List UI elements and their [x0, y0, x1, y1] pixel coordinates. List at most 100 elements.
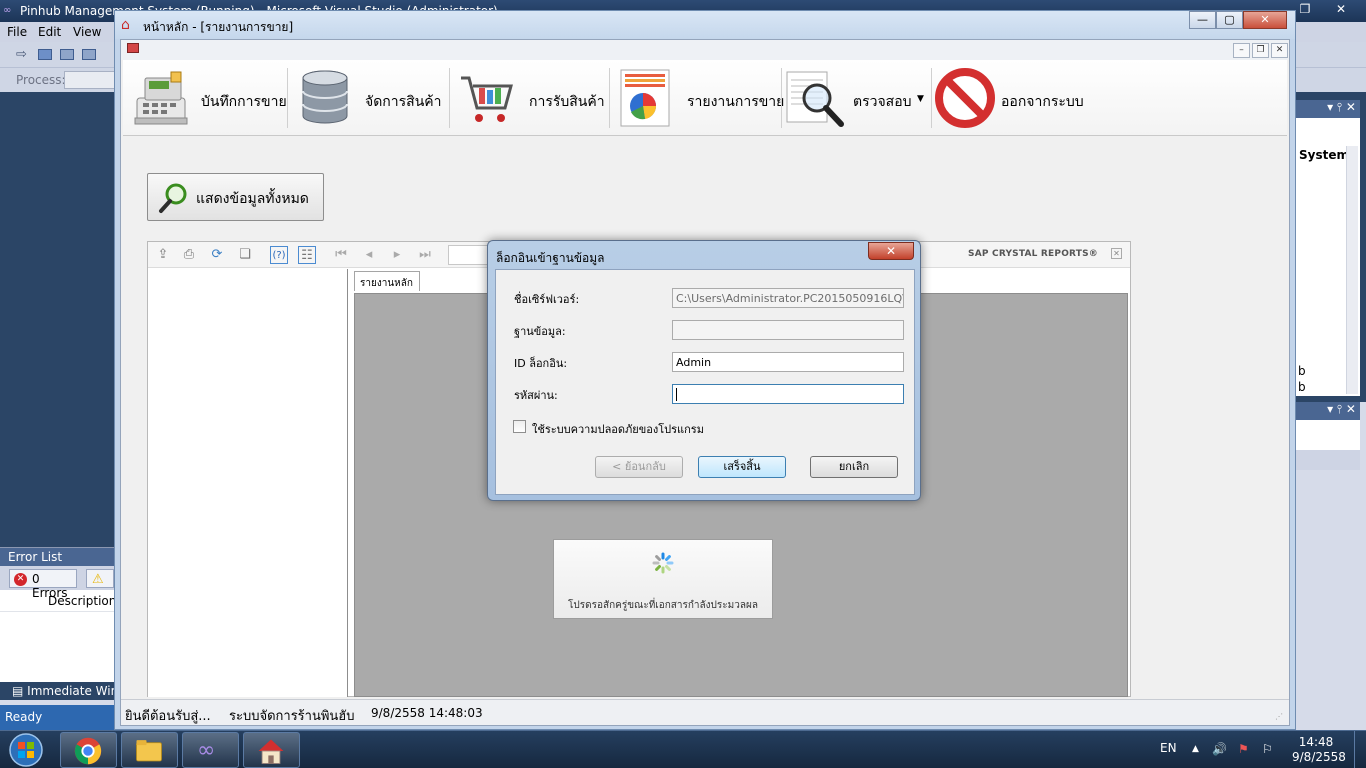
vs-arrow-icon[interactable]: ⇨ — [16, 47, 27, 62]
server-field[interactable]: C:\Users\Administrator.PC2015050916LQV\D… — [672, 288, 904, 308]
finish-button[interactable]: เสร็จสิ้น — [698, 456, 786, 478]
refresh-icon[interactable]: ⟳ — [208, 246, 226, 264]
app-minimize-button[interactable]: — — [1189, 11, 1216, 29]
taskbar: ∞ EN ▲ 🔊 ⚑ ⚐ 14:48 9/8/2558 — [0, 730, 1366, 768]
database-icon — [302, 70, 348, 124]
warning-icon: ⚠ — [92, 572, 104, 587]
login-id-label: ID ล็อกอิน: — [514, 357, 568, 370]
tray-language[interactable]: EN — [1160, 741, 1177, 755]
tray-show-hidden-icon[interactable]: ▲ — [1192, 744, 1199, 754]
vs-left-strip — [0, 92, 114, 547]
app-maximize-button[interactable]: ▢ — [1216, 11, 1243, 29]
vs-panel-fragment-1: b — [1298, 364, 1306, 378]
report-chart-icon — [620, 69, 670, 127]
error-list-panel: Error List ✕ 0 Errors ⚠ Description — [0, 547, 116, 682]
app-close-button[interactable]: ✕ — [1243, 11, 1287, 29]
database-field[interactable] — [672, 320, 904, 340]
toolbar-separator — [931, 68, 932, 128]
vs-panel-scrollbar[interactable] — [1346, 146, 1358, 394]
prev-page-icon[interactable]: ◂ — [360, 246, 378, 264]
home-app-icon — [258, 739, 284, 764]
vs-logo-icon: ∞ — [3, 5, 12, 16]
sales-report-button[interactable]: รายงานการขาย — [615, 66, 784, 130]
status-system-name: ระบบจัดการร้านพินฮับ — [229, 709, 355, 724]
network-alert-icon[interactable]: ⚑ — [1238, 742, 1249, 756]
login-id-field[interactable]: Admin — [672, 352, 904, 372]
back-button[interactable]: < ย้อนกลับ — [595, 456, 683, 478]
server-label: ชื่อเซิร์ฟเวอร์: — [514, 293, 580, 306]
description-column-header[interactable]: Description — [48, 594, 116, 608]
start-button[interactable] — [4, 732, 48, 768]
group-tree-panel[interactable] — [148, 269, 348, 697]
receive-products-button[interactable]: การรับสินค้า — [457, 66, 605, 130]
vs-menu-edit[interactable]: Edit — [38, 25, 61, 39]
error-list-toolbar: ✕ 0 Errors ⚠ — [0, 566, 114, 600]
dialog-close-button[interactable]: ✕ — [868, 242, 914, 260]
vs-properties-panel: ▾ ⫯ ✕ — [1296, 402, 1360, 470]
tray-time: 14:48 — [1298, 735, 1334, 749]
sap-crystal-reports-label: SAP CRYSTAL REPORTS® — [968, 249, 1098, 259]
tray-clock[interactable]: 14:48 9/8/2558 — [1292, 735, 1346, 765]
shopping-cart-icon — [461, 76, 513, 122]
vs-panel-controls[interactable]: ▾ ⫯ ✕ — [1296, 100, 1360, 118]
print-icon[interactable]: ⎙ — [180, 246, 198, 264]
last-page-icon[interactable]: ⏭ — [416, 246, 434, 264]
cancel-button[interactable]: ยกเลิก — [810, 456, 898, 478]
errors-filter-button[interactable]: ✕ 0 Errors — [9, 569, 77, 600]
integrated-security-label: ใช้ระบบความปลอดภัยของโปรแกรม — [532, 423, 704, 436]
manage-products-button[interactable]: จัดการสินค้า — [295, 66, 443, 130]
taskbar-visual-studio[interactable]: ∞ — [182, 732, 239, 768]
warnings-filter-button[interactable]: ⚠ — [86, 569, 114, 588]
app-title: หน้าหลัก - [รายงานการขาย] — [143, 20, 294, 34]
vs-process-dropdown[interactable] — [64, 71, 116, 89]
toolbar-separator — [609, 68, 610, 128]
receive-products-label: การรับสินค้า — [529, 94, 605, 110]
tray-date: 9/8/2558 — [1292, 750, 1346, 764]
first-page-icon[interactable]: ⏮ — [332, 246, 350, 264]
toolbar-separator — [287, 68, 288, 128]
taskbar-chrome[interactable] — [60, 732, 117, 768]
inspect-dropdown-button[interactable]: ตรวจสอบ ▼ — [785, 66, 927, 130]
mdi-minimize-button[interactable]: – — [1233, 43, 1250, 58]
no-entry-icon — [935, 68, 995, 128]
vs-panel2-controls[interactable]: ▾ ⫯ ✕ — [1296, 402, 1360, 420]
vs-system-label: System — [1299, 148, 1349, 162]
show-all-button[interactable]: แสดงข้อมูลทั้งหมด — [147, 173, 324, 221]
mdi-window-icon[interactable] — [127, 43, 139, 53]
vs-tools-icon[interactable] — [82, 49, 96, 60]
vs-form-icon[interactable] — [60, 49, 74, 60]
group-tree-icon[interactable]: ☷ — [298, 246, 316, 264]
export-icon[interactable]: ⇪ — [154, 246, 172, 264]
database-label: ฐานข้อมูล: — [514, 325, 566, 338]
password-field[interactable] — [672, 384, 904, 404]
tab-main-report[interactable]: รายงานหลัก — [354, 271, 420, 291]
app-statusbar: ยินดีต้อนรับสู่... ระบบจัดการร้านพินฮับ … — [121, 699, 1289, 725]
record-sale-button[interactable]: บันทึกการขาย — [131, 66, 287, 130]
vs-window-icon[interactable] — [38, 49, 52, 60]
home-icon: ⌂ — [121, 17, 130, 33]
show-desktop-button[interactable] — [1354, 731, 1366, 768]
sales-report-label: รายงานการขาย — [687, 94, 785, 110]
action-center-icon[interactable]: ⚐ — [1262, 742, 1273, 756]
copy-icon[interactable]: ❏ — [236, 246, 254, 264]
viewer-close-icon[interactable]: ✕ — [1111, 248, 1122, 259]
integrated-security-checkbox[interactable] — [513, 420, 526, 433]
resize-grip-icon[interactable]: ⋰ — [1275, 712, 1285, 722]
vs-menu-file[interactable]: File — [7, 25, 27, 39]
loading-text: โปรดรอสักครู่ขณะที่เอกสารกำลังประมวลผล — [568, 600, 758, 611]
immediate-window-tab[interactable]: ▤ Immediate Window — [0, 682, 114, 700]
taskbar-pinhub-app[interactable] — [243, 732, 300, 768]
volume-icon[interactable]: 🔊 — [1212, 742, 1227, 756]
text-caret — [676, 388, 677, 401]
next-page-icon[interactable]: ▸ — [388, 246, 406, 264]
password-label: รหัสผ่าน: — [514, 389, 558, 402]
mdi-restore-button[interactable]: ❐ — [1252, 43, 1269, 58]
mdi-close-button[interactable]: ✕ — [1271, 43, 1288, 58]
vs-menu-view[interactable]: View — [73, 25, 101, 39]
inspect-label: ตรวจสอบ — [853, 94, 912, 110]
vs-close-button[interactable]: ✕ — [1326, 0, 1356, 20]
app-titlebar: ⌂ หน้าหลัก - [รายงานการขาย] — ▢ ✕ — [115, 11, 1295, 39]
taskbar-explorer[interactable] — [121, 732, 178, 768]
help-icon[interactable]: (?) — [270, 246, 288, 264]
logout-button[interactable]: ออกจากระบบ — [935, 66, 1085, 130]
